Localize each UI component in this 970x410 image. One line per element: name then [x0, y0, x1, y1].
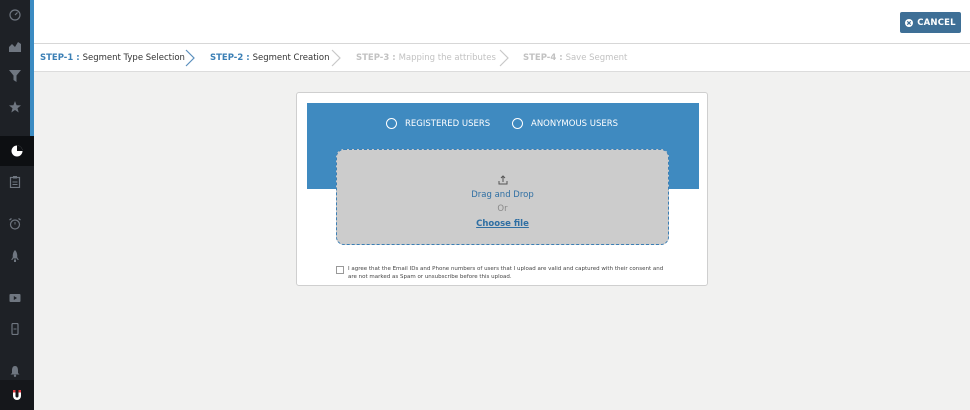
segment-creation-card: REGISTERED USERS ANONYMOUS USERS Drag an… [296, 92, 708, 286]
sidebar-item-dashboard[interactable] [0, 3, 30, 27]
step-name: Segment Creation [252, 53, 330, 63]
sidebar-item-alerts[interactable] [0, 212, 30, 236]
sidebar-item-mobile[interactable] [0, 317, 30, 341]
step-name: Save Segment [565, 53, 628, 63]
step-separator: : [556, 53, 566, 63]
step-1[interactable]: STEP-1 : Segment Type Selection [40, 44, 185, 72]
video-icon [9, 294, 21, 302]
sidebar-item-funnel[interactable] [0, 64, 30, 88]
file-drop-zone[interactable]: Drag and Drop Or Choose file [336, 149, 669, 245]
step-4: STEP-4 : Save Segment [523, 44, 627, 72]
close-icon [905, 18, 914, 27]
cancel-label: CANCEL [917, 17, 956, 28]
radio-circle[interactable] [512, 118, 523, 129]
consent-text: I agree that the Email IDs and Phone num… [348, 266, 664, 280]
step-number: STEP-2 [210, 53, 244, 63]
mobile-icon [11, 323, 19, 335]
step-2[interactable]: STEP-2 : Segment Creation [210, 44, 330, 72]
radio-anonymous-users[interactable]: ANONYMOUS USERS [512, 118, 618, 129]
sidebar-item-favorites[interactable] [0, 95, 30, 119]
sidebar-item-media[interactable] [0, 286, 30, 310]
radio-label: REGISTERED USERS [405, 118, 491, 129]
step-number: STEP-3 [356, 53, 390, 63]
step-3: STEP-3 : Mapping the attributes [356, 44, 496, 72]
step-separator: : [243, 53, 253, 63]
analytics-icon [9, 42, 21, 52]
sidebar-item-campaigns[interactable] [0, 244, 30, 268]
cancel-button[interactable]: CANCEL [900, 12, 961, 33]
radio-registered-users[interactable]: REGISTERED USERS [386, 118, 490, 129]
or-label: Or [497, 204, 508, 214]
bell-icon [10, 366, 20, 377]
brand-logo-icon [13, 390, 21, 400]
sidebar-item-segments[interactable] [0, 136, 34, 166]
upload-icon [498, 175, 508, 185]
drag-drop-label: Drag and Drop [471, 190, 534, 200]
funnel-icon [9, 70, 21, 82]
chevron-right-icon [185, 49, 195, 67]
consent-checkbox[interactable] [336, 266, 344, 274]
dashboard-icon [9, 9, 21, 21]
segment-pie-icon [11, 145, 23, 157]
chevron-right-icon [499, 49, 509, 67]
radio-circle[interactable] [386, 118, 397, 129]
sidebar-item-reports[interactable] [0, 170, 30, 194]
step-number: STEP-4 [523, 53, 557, 63]
radio-label: ANONYMOUS USERS [531, 118, 619, 129]
clipboard-icon [9, 176, 21, 188]
consent-row: I agree that the Email IDs and Phone num… [336, 265, 666, 281]
sidebar-item-analytics[interactable] [0, 34, 30, 58]
choose-file-link[interactable]: Choose file [337, 219, 668, 229]
chevron-right-icon [331, 49, 341, 67]
rocket-icon [11, 250, 19, 262]
sidebar-brand[interactable] [0, 380, 34, 410]
step-separator: : [73, 53, 83, 63]
step-separator: : [389, 53, 399, 63]
step-progress-bar: STEP-1 : Segment Type Selection STEP-2 :… [34, 44, 970, 72]
step-number: STEP-1 [40, 53, 74, 63]
alarm-icon [9, 218, 21, 230]
top-header: CANCEL [34, 0, 970, 44]
star-icon [9, 101, 21, 113]
step-name: Segment Type Selection [82, 53, 185, 63]
step-name: Mapping the attributes [398, 53, 496, 63]
sidebar [0, 0, 34, 410]
